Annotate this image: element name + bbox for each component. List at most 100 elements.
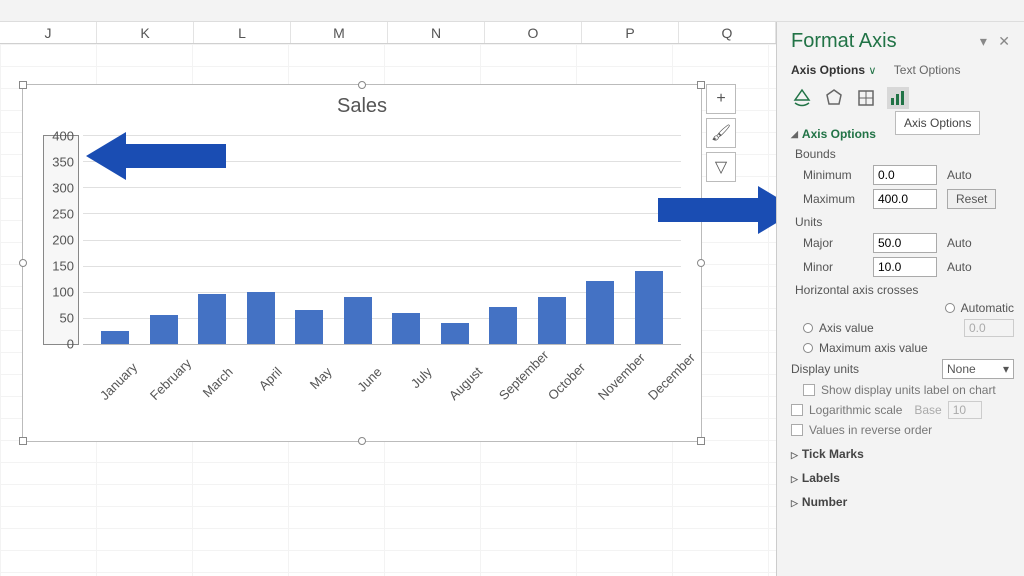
display-units-value: None <box>947 362 976 376</box>
col-header[interactable]: K <box>97 22 194 43</box>
y-tick-label: 150 <box>52 259 74 274</box>
brush-icon: 🖌 <box>711 123 731 143</box>
effects-icon[interactable] <box>823 87 845 109</box>
maximum-input[interactable] <box>873 189 937 209</box>
major-label: Major <box>803 236 873 250</box>
bar[interactable] <box>392 313 420 344</box>
y-tick-label: 350 <box>52 155 74 170</box>
pane-title: Format Axis <box>791 30 897 53</box>
radio-automatic[interactable]: Automatic <box>803 301 1014 315</box>
display-units-select[interactable]: None ▾ <box>942 359 1014 379</box>
resize-handle[interactable] <box>19 437 27 445</box>
section-number[interactable]: Number <box>791 495 1014 509</box>
annotation-arrow-left <box>86 128 226 184</box>
tooltip-axis-options: Axis Options <box>895 111 980 135</box>
y-tick-label: 250 <box>52 207 74 222</box>
y-tick-label: 400 <box>52 129 74 144</box>
chevron-down-icon[interactable]: ∨ <box>868 65 876 77</box>
checkbox-icon <box>791 404 803 416</box>
units-label: Units <box>795 215 1014 229</box>
section-labels[interactable]: Labels <box>791 471 1014 485</box>
size-properties-icon[interactable] <box>855 87 877 109</box>
resize-handle[interactable] <box>358 81 366 89</box>
col-header[interactable]: Q <box>679 22 776 43</box>
section-tick-marks[interactable]: Tick Marks <box>791 447 1014 461</box>
bar[interactable] <box>247 292 275 344</box>
column-headers: J K L M N O P Q <box>0 22 776 44</box>
base-input <box>948 401 982 419</box>
minimum-label: Minimum <box>803 168 873 182</box>
bar[interactable] <box>295 310 323 344</box>
reverse-order-label: Values in reverse order <box>809 423 932 437</box>
bar[interactable] <box>101 331 129 344</box>
chart-quick-buttons: + 🖌 ▽ <box>706 84 738 186</box>
col-header[interactable]: J <box>0 22 97 43</box>
y-tick-label: 0 <box>67 337 74 352</box>
log-scale-checkbox[interactable]: Logarithmic scale Base <box>791 401 1014 419</box>
tab-axis-options[interactable]: Axis Options <box>791 63 865 77</box>
minor-label: Minor <box>803 260 873 274</box>
y-tick-label: 200 <box>52 233 74 248</box>
show-display-units-checkbox: Show display units label on chart <box>803 383 1014 397</box>
plus-icon: + <box>716 90 725 108</box>
col-header[interactable]: N <box>388 22 485 43</box>
chevron-down-icon: ▾ <box>1003 362 1009 376</box>
chart-title[interactable]: Sales <box>23 95 701 118</box>
bar[interactable] <box>344 297 372 344</box>
major-input[interactable] <box>873 233 937 253</box>
minimum-auto-label: Auto <box>947 168 972 182</box>
radio-dot-icon <box>945 303 955 313</box>
radio-axis-value[interactable]: Axis value <box>803 319 1014 337</box>
col-header[interactable]: M <box>291 22 388 43</box>
tab-text-options[interactable]: Text Options <box>894 63 961 77</box>
col-header[interactable]: O <box>485 22 582 43</box>
radio-max-axis-label: Maximum axis value <box>819 341 928 355</box>
funnel-icon: ▽ <box>715 157 727 177</box>
bar[interactable] <box>538 297 566 344</box>
axis-value-input <box>964 319 1014 337</box>
chart-elements-button[interactable]: + <box>706 84 736 114</box>
y-tick-label: 300 <box>52 181 74 196</box>
pane-close-button[interactable]: ✕ <box>994 31 1014 51</box>
log-scale-label: Logarithmic scale <box>809 403 902 417</box>
col-header[interactable]: P <box>582 22 679 43</box>
resize-handle[interactable] <box>19 259 27 267</box>
chart-filters-button[interactable]: ▽ <box>706 152 736 182</box>
bar[interactable] <box>586 281 614 344</box>
bar[interactable] <box>489 307 517 344</box>
minimum-input[interactable] <box>873 165 937 185</box>
y-tick-label: 100 <box>52 285 74 300</box>
bar[interactable] <box>198 294 226 344</box>
ribbon-strip <box>0 0 1024 22</box>
bar[interactable] <box>635 271 663 344</box>
axis-options-icon[interactable] <box>887 87 909 109</box>
y-axis-selected[interactable]: 400 350 300 250 200 150 100 50 0 <box>43 135 79 345</box>
display-units-label: Display units <box>791 362 859 376</box>
minor-auto-label: Auto <box>947 260 972 274</box>
y-tick-label: 50 <box>60 311 74 326</box>
chart-styles-button[interactable]: 🖌 <box>706 118 736 148</box>
fill-line-icon[interactable] <box>791 87 813 109</box>
bar[interactable] <box>441 323 469 344</box>
resize-handle[interactable] <box>19 81 27 89</box>
reverse-order-checkbox[interactable]: Values in reverse order <box>791 423 1014 437</box>
radio-dot-icon <box>803 323 813 333</box>
x-axis-labels[interactable]: JanuaryFebruaryMarchAprilMayJuneJulyAugu… <box>83 350 681 430</box>
radio-axis-value-label: Axis value <box>819 321 874 335</box>
maximum-reset-button[interactable]: Reset <box>947 189 996 209</box>
radio-max-axis-value[interactable]: Maximum axis value <box>803 341 1014 355</box>
major-auto-label: Auto <box>947 236 972 250</box>
base-label: Base <box>914 403 941 417</box>
format-axis-pane: Format Axis ▾ ✕ Axis Options ∨ Text Opti… <box>776 22 1024 576</box>
radio-automatic-label: Automatic <box>961 301 1014 315</box>
resize-handle[interactable] <box>697 81 705 89</box>
resize-handle[interactable] <box>697 259 705 267</box>
bar[interactable] <box>150 315 178 344</box>
minor-input[interactable] <box>873 257 937 277</box>
radio-dot-icon <box>803 343 813 353</box>
pane-menu-button[interactable]: ▾ <box>976 31 991 51</box>
col-header[interactable]: L <box>194 22 291 43</box>
maximum-label: Maximum <box>803 192 873 206</box>
hcross-label: Horizontal axis crosses <box>795 283 1014 297</box>
checkbox-icon <box>791 424 803 436</box>
